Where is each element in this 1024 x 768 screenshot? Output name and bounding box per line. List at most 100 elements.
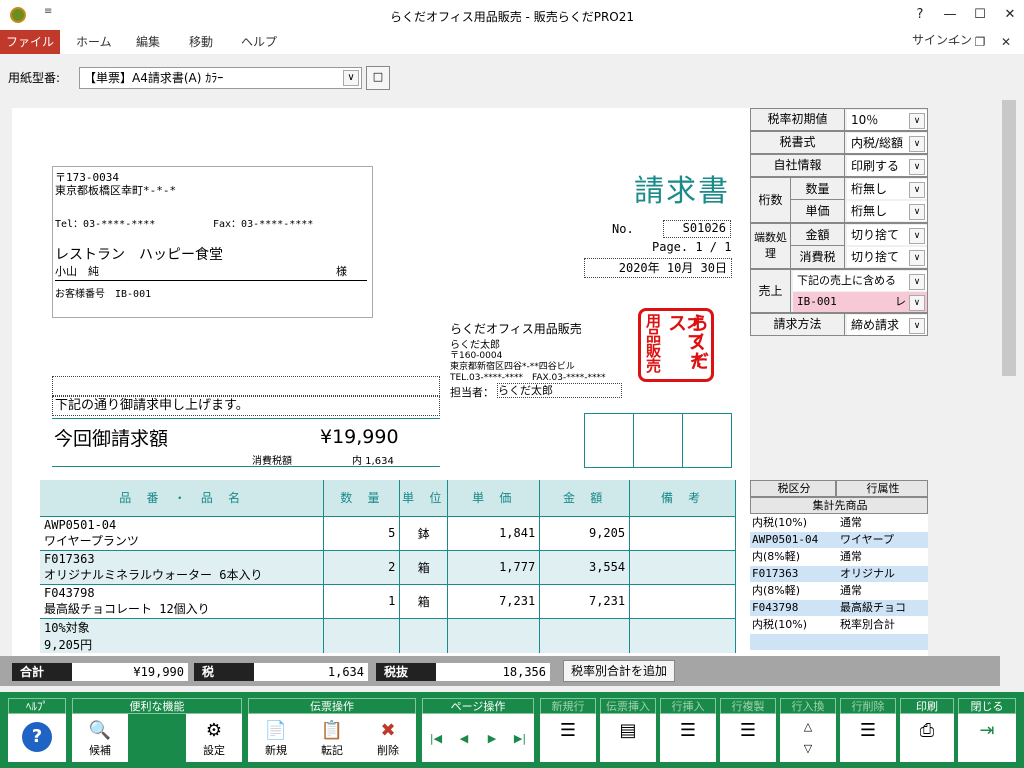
help-icon: ? (22, 722, 52, 752)
tax-default-select[interactable]: 10％ ∨ (847, 110, 927, 130)
item-note (629, 549, 736, 584)
form-type-select[interactable]: 【単票】A4請求書(A) ｶﾗｰ ∨ (79, 67, 362, 89)
grid-tax-cell[interactable]: 内(8%軽) (750, 549, 836, 565)
settings-button[interactable]: ⚙ 設定 (186, 718, 242, 760)
billing-amount-box: 今回御請求額 ¥19,990 消費税額 内 1,634 (52, 418, 440, 468)
doc-close-button[interactable]: ✕ (996, 33, 1016, 51)
company-name: らくだオフィス用品販売 (450, 322, 582, 336)
menu-file[interactable]: ファイル (0, 30, 60, 54)
sales-code-field[interactable]: IB-001 レ ∨ (793, 292, 927, 312)
sales-select[interactable]: 下記の売上に含める ∨ (793, 271, 927, 291)
row-move-down-button[interactable]: ▽ (780, 738, 836, 760)
chevron-down-icon[interactable]: ∨ (909, 318, 925, 334)
grid-attr-cell[interactable]: 通常 (838, 583, 928, 599)
company-telfax: TEL.03-****-**** FAX.03-****-**** (450, 373, 606, 383)
delete-slip-button[interactable]: ✖ 削除 (360, 718, 416, 760)
tax-type-select[interactable]: 内税/総額 ∨ (847, 133, 927, 153)
grid-attr-cell[interactable]: 通常 (838, 515, 928, 531)
tax-category-grid: 税区分 行属性 集計先商品 内税(10%) 通常 AWP0501-04 ワイヤープ… (750, 480, 928, 656)
table-row[interactable]: 10%対象 9,205円 (40, 617, 736, 653)
chevron-down-icon[interactable]: ∨ (343, 70, 359, 86)
grid-product-cell[interactable] (750, 634, 928, 650)
staff-name: らくだ太郎 (497, 383, 622, 398)
new-slip-button[interactable]: 📄 新規 (248, 718, 304, 760)
transfer-slip-label: 転記 (321, 744, 343, 757)
maximize-button[interactable]: ☐ (966, 4, 994, 26)
table-row[interactable]: F043798 最高級チョコレート 12個入り 1 箱 7,231 7,231 (40, 583, 736, 618)
row-copy-group: 行複製 ☰ (720, 698, 776, 762)
row-move-up-button[interactable]: △ (780, 716, 836, 738)
chevron-down-icon[interactable]: ∨ (909, 250, 925, 266)
menu-help[interactable]: ヘルプ (241, 30, 277, 54)
grid-product-cell[interactable]: AWP0501-04 ワイヤープ (750, 532, 928, 548)
chevron-down-icon[interactable]: ∨ (909, 204, 925, 220)
first-page-button[interactable]: |◀ (422, 718, 450, 760)
help-button[interactable]: ? (8, 718, 66, 760)
new-row-button[interactable]: ☰ (540, 718, 596, 760)
transfer-slip-button[interactable]: 📋 転記 (304, 718, 360, 760)
digits-price-select[interactable]: 桁無し ∨ (847, 201, 927, 221)
chevron-down-icon[interactable]: ∨ (909, 113, 925, 129)
company-info-row: 自社情報 印刷する ∨ (750, 154, 928, 177)
candidate-button[interactable]: 🔍 候補 (72, 718, 128, 760)
item-qty: 1 (323, 583, 401, 618)
seal-box[interactable] (585, 414, 634, 467)
scrollbar-thumb[interactable] (1002, 100, 1016, 376)
rounding-amount-select[interactable]: 切り捨て ∨ (847, 225, 927, 245)
chevron-down-icon[interactable]: ∨ (909, 295, 925, 311)
item-amount: 7,231 (539, 583, 631, 618)
grid-tax-cell[interactable]: 内(8%軽) (750, 583, 836, 599)
company-info-select[interactable]: 印刷する ∨ (847, 156, 927, 176)
item-name: 9,205円 (44, 637, 93, 652)
grid-product-code: F043798 (752, 601, 799, 614)
rounding-tax-select[interactable]: 切り捨て ∨ (847, 247, 927, 267)
print-button[interactable]: ⎙ (900, 718, 954, 760)
slip-insert-button[interactable]: ▤ (600, 718, 656, 760)
chevron-down-icon[interactable]: ∨ (909, 274, 925, 290)
close-window-button[interactable]: ✕ (996, 4, 1024, 26)
seal-box[interactable] (634, 414, 683, 467)
item-note (629, 617, 736, 653)
row-insert-button[interactable]: ☰ (660, 718, 716, 760)
item-qty: 2 (323, 549, 401, 584)
rounding-amount-value: 切り捨て (851, 228, 900, 242)
digits-qty-select[interactable]: 桁無し ∨ (847, 179, 927, 199)
chevron-down-icon[interactable]: ∨ (909, 159, 925, 175)
row-copy-button[interactable]: ☰ (720, 718, 776, 760)
chevron-down-icon[interactable]: ∨ (909, 182, 925, 198)
menu-home[interactable]: ホーム (76, 30, 112, 54)
chevron-down-icon[interactable]: ∨ (909, 136, 925, 152)
menu-edit[interactable]: 編集 (136, 30, 160, 54)
gear-icon: ⚙ (205, 720, 223, 741)
grid-product-cell[interactable]: F043798 最高級チョコ (750, 600, 928, 616)
help-window-button[interactable]: ? (906, 4, 934, 26)
row-delete-button[interactable]: ☰ (840, 718, 896, 760)
next-page-button[interactable]: ▶ (478, 718, 506, 760)
prev-page-button[interactable]: ◀ (450, 718, 478, 760)
sales-group: 売上 下記の売上に含める ∨ IB-001 レ ∨ (750, 269, 928, 313)
grid-product-cell[interactable]: F017363 オリジナル (750, 566, 928, 582)
grid-product-name: オリジナル (840, 567, 895, 580)
doc-minimize-button[interactable]: — (944, 33, 964, 51)
approval-seal-boxes (584, 413, 732, 468)
invoice-no-value: S01026 (663, 220, 731, 238)
grid-attr-cell[interactable]: 税率別合計 (838, 617, 928, 633)
transfer-icon: 📋 (320, 720, 344, 741)
settings-label: 設定 (203, 744, 225, 757)
doc-restore-button[interactable]: ❐ (970, 33, 990, 51)
billing-label: 今回御請求額 (54, 428, 169, 450)
add-tax-subtotal-button[interactable]: 税率別合計を追加 (563, 660, 675, 682)
last-page-button[interactable]: ▶| (506, 718, 534, 760)
close-button[interactable]: ⇥ (958, 718, 1016, 760)
grid-tax-cell[interactable]: 内税(10%) (750, 617, 836, 633)
grid-attr-cell[interactable]: 通常 (838, 549, 928, 565)
table-row[interactable]: AWP0501-04 ワイヤープランツ 5 鉢 1,841 9,205 (40, 515, 736, 550)
table-row[interactable]: F017363 オリジナルミネラルウォーター 6本入り 2 箱 1,777 3,5… (40, 549, 736, 584)
grid-tax-cell[interactable]: 内税(10%) (750, 515, 836, 531)
chevron-down-icon[interactable]: ∨ (909, 228, 925, 244)
menu-move[interactable]: 移動 (189, 30, 213, 54)
billing-method-select[interactable]: 締め請求 ∨ (847, 315, 927, 335)
vertical-scrollbar[interactable] (1000, 98, 1018, 688)
form-option-button[interactable]: □ (366, 66, 390, 90)
minimize-button[interactable]: — (936, 4, 964, 26)
